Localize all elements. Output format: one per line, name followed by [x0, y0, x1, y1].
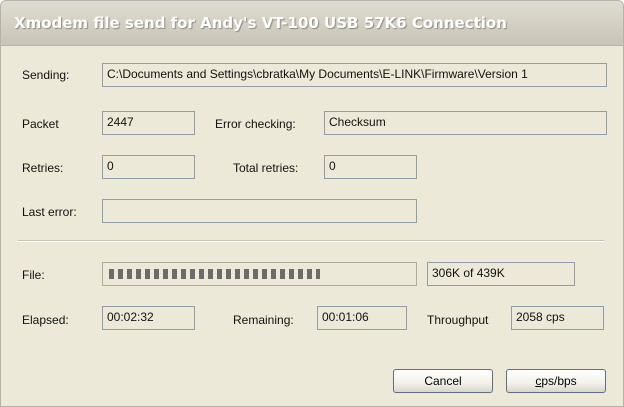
- file-progress-fill: [109, 269, 320, 279]
- cps-bps-label-rest: ps/bps: [541, 374, 577, 388]
- dialog-body: Sending: C:\Documents and Settings\cbrat…: [4, 46, 620, 403]
- retries-label: Retries:: [22, 161, 64, 175]
- file-size-field: 306K of 439K: [427, 262, 575, 286]
- sending-path-field: C:\Documents and Settings\cbratka\My Doc…: [102, 63, 607, 87]
- packet-field: 2447: [102, 111, 195, 135]
- window-title: Xmodem file send for Andy's VT-100 USB 5…: [14, 14, 507, 32]
- title-bar[interactable]: Xmodem file send for Andy's VT-100 USB 5…: [1, 1, 623, 46]
- elapsed-label: Elapsed:: [22, 313, 69, 327]
- separator: [18, 240, 604, 242]
- total-retries-field: 0: [324, 155, 417, 179]
- remaining-field: 00:01:06: [317, 306, 407, 330]
- file-progress-bar: [102, 262, 417, 286]
- xmodem-dialog: Xmodem file send for Andy's VT-100 USB 5…: [0, 0, 624, 407]
- total-retries-label: Total retries:: [233, 161, 299, 175]
- error-checking-label: Error checking:: [215, 117, 296, 131]
- cancel-button[interactable]: Cancel: [393, 369, 493, 393]
- last-error-label: Last error:: [22, 205, 77, 219]
- remaining-label: Remaining:: [233, 313, 294, 327]
- file-label: File:: [22, 268, 45, 282]
- retries-field: 0: [102, 155, 195, 179]
- throughput-label: Throughput: [427, 313, 489, 327]
- throughput-field: 2058 cps: [511, 306, 604, 330]
- sending-label: Sending:: [22, 68, 70, 82]
- error-checking-field: Checksum: [324, 111, 607, 135]
- last-error-field: [102, 199, 417, 223]
- cps-bps-button[interactable]: cps/bps: [506, 369, 606, 393]
- packet-label: Packet: [22, 117, 59, 131]
- elapsed-field: 00:02:32: [102, 306, 195, 330]
